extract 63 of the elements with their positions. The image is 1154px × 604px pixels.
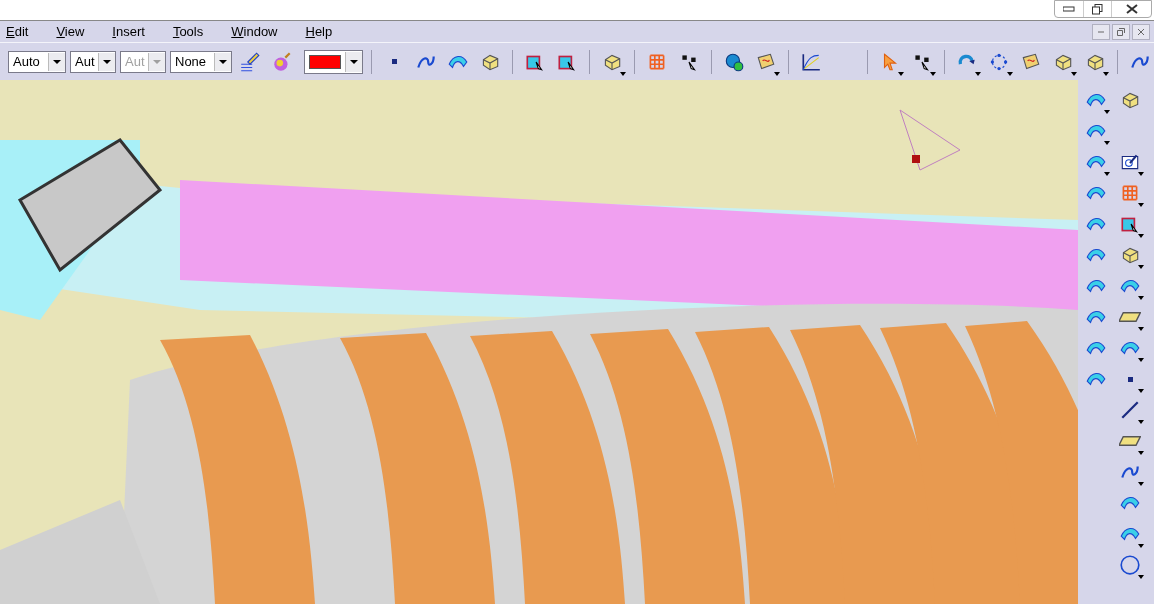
dropdown-value: None [174, 52, 208, 71]
caret-icon [1104, 172, 1110, 176]
sphere-icon [271, 50, 293, 73]
line-icon [1119, 399, 1141, 421]
plane-icon [1119, 312, 1141, 322]
caret-icon [1104, 110, 1110, 114]
caret-icon [1138, 451, 1144, 455]
caret-icon [53, 59, 61, 64]
caret-icon [1071, 71, 1077, 76]
caret-icon [620, 71, 626, 76]
caret-icon [1138, 172, 1144, 176]
caret-icon [103, 59, 111, 64]
dropdown-value: Aut [74, 52, 96, 71]
menu-item[interactable]: Edit [6, 21, 29, 42]
caret-icon [1138, 358, 1144, 362]
color-picker[interactable] [304, 49, 363, 74]
caret-icon [1138, 234, 1144, 238]
restore-icon [1092, 3, 1103, 15]
caret-icon [219, 59, 227, 64]
caret-icon [1138, 482, 1144, 486]
caret-icon [1104, 141, 1110, 145]
paintbrush-icon [239, 50, 261, 73]
dropdown-field[interactable]: None [170, 50, 232, 73]
dropdown-arrow-button[interactable] [345, 51, 362, 72]
menu-item[interactable]: View [56, 21, 85, 42]
dropdown-arrow-button[interactable] [214, 52, 231, 71]
caret-icon [1138, 296, 1144, 300]
caret-icon [1138, 327, 1144, 331]
circle-icon [1119, 554, 1141, 576]
dropdown-value: Auto [12, 52, 41, 71]
minimize-icon [1063, 6, 1075, 12]
caret-icon [975, 71, 981, 76]
caret-icon [1138, 265, 1144, 269]
caret-icon [1138, 575, 1144, 579]
menu-item[interactable]: Tools [172, 21, 204, 42]
close-icon [1125, 4, 1138, 14]
restore-icon [1117, 27, 1125, 36]
caret-icon [1138, 203, 1144, 207]
dropdown-arrow-button[interactable] [48, 52, 65, 71]
point-icon [391, 59, 397, 64]
point-icon [1127, 376, 1133, 382]
document-close-button[interactable] [1132, 23, 1150, 40]
caret-icon [1007, 71, 1013, 76]
close-icon [1137, 27, 1145, 36]
caret-icon [1138, 420, 1144, 424]
caret-icon [898, 71, 904, 76]
dropdown-field[interactable]: Aut [70, 50, 116, 73]
caret-icon [350, 59, 358, 64]
dropdown-field[interactable]: Auto [8, 50, 66, 73]
caret-icon [930, 71, 936, 76]
caret-icon [1138, 389, 1144, 393]
caret-icon [774, 71, 780, 76]
minimize-icon [1097, 30, 1105, 33]
dropdown-value: Aut [124, 52, 146, 71]
menu-item[interactable]: Insert [112, 21, 145, 42]
menu-item[interactable]: Help [305, 21, 333, 42]
document-restore-button[interactable] [1112, 23, 1130, 40]
caret-icon [1138, 544, 1144, 548]
caret-icon [1103, 71, 1109, 76]
caret-icon [153, 59, 161, 64]
plane-icon [1119, 436, 1141, 446]
dropdown-arrow-button[interactable] [98, 52, 115, 71]
menu-item[interactable]: Window [231, 21, 278, 42]
